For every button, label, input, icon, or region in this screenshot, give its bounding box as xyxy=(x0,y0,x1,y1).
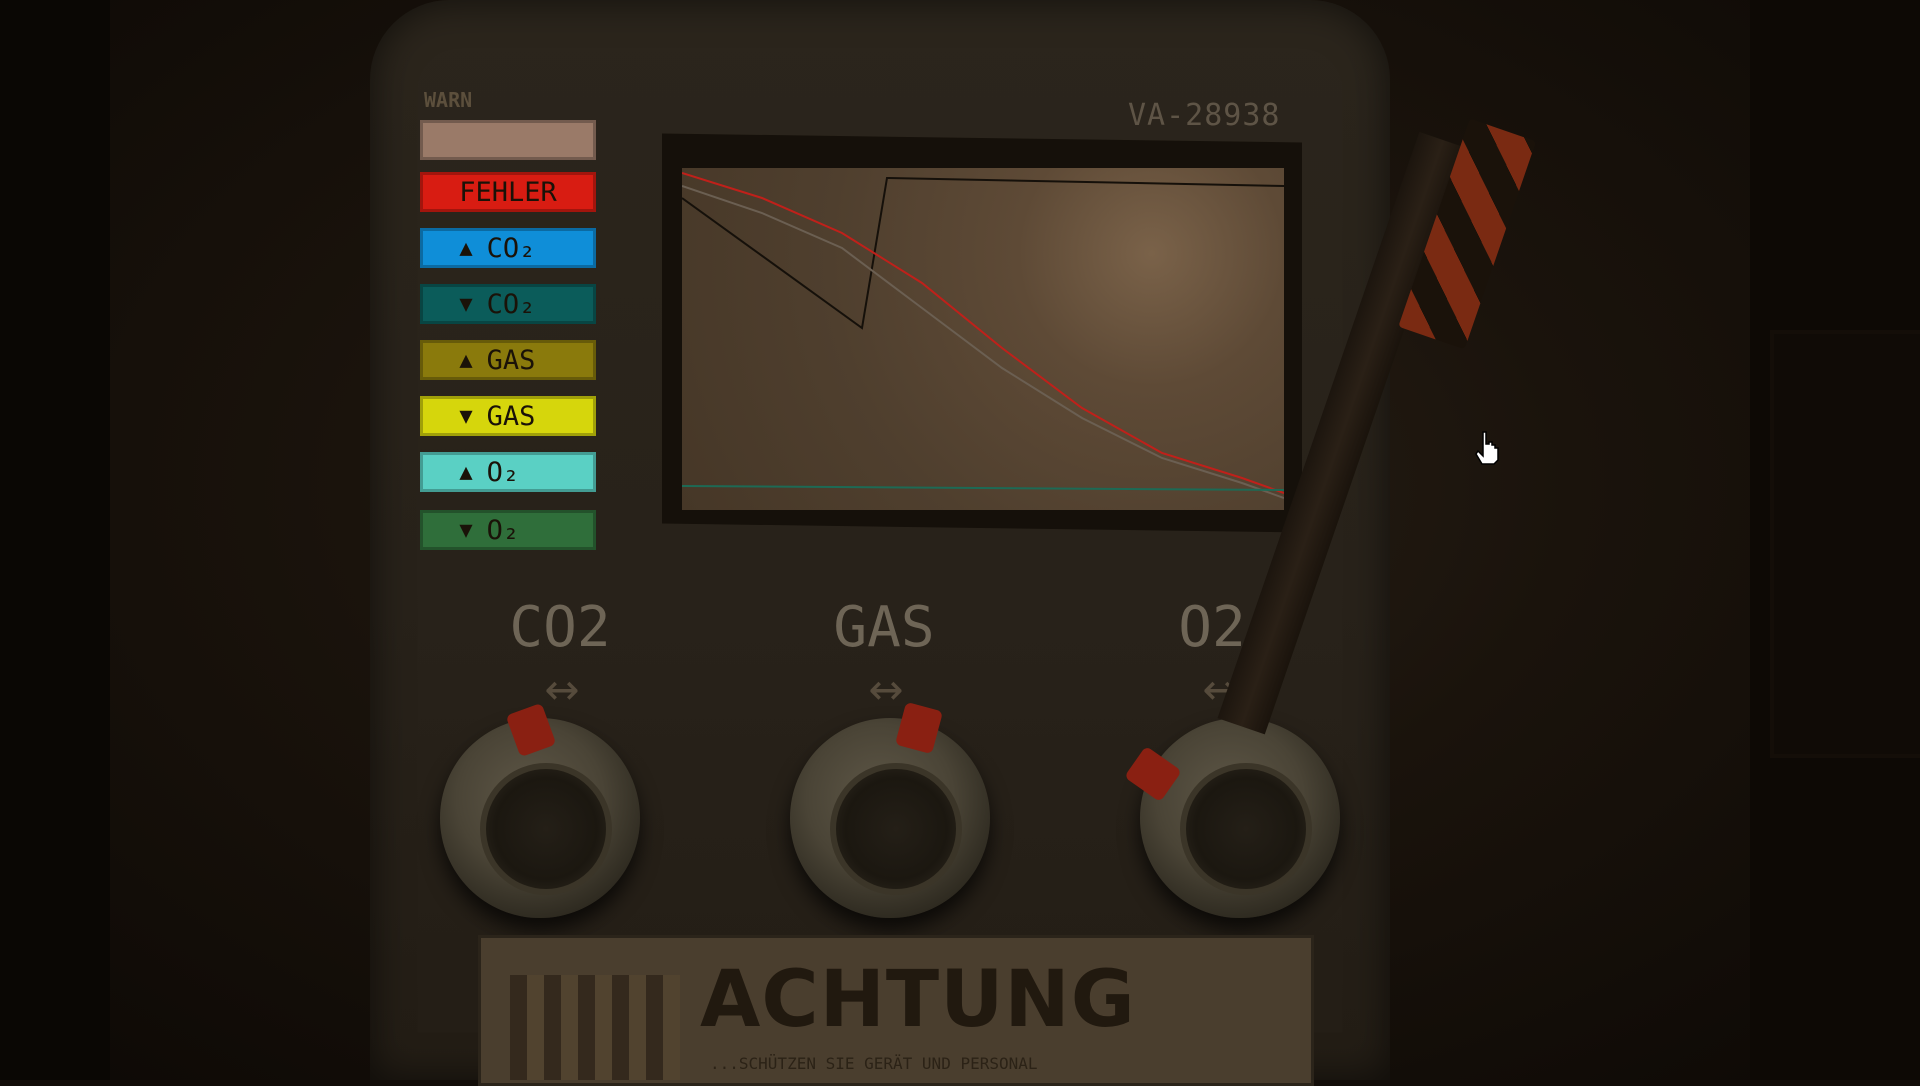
indicator-warn xyxy=(420,120,596,160)
graph-svg xyxy=(682,172,1284,499)
indicator-label: FEHLER xyxy=(459,176,557,208)
indicator-gas-down: ▼ GAS xyxy=(420,396,596,436)
adjust-arrow-icon: ↔ xyxy=(544,665,580,714)
knob-center xyxy=(830,763,962,895)
o2-knob[interactable] xyxy=(1124,718,1340,918)
trace-green xyxy=(682,485,1284,491)
indicator-o2-up: ▲ O₂ xyxy=(420,452,596,492)
up-triangle-icon: ▲ xyxy=(459,235,473,261)
indicator-label: GAS xyxy=(486,344,536,376)
serial-number: VA-28938 xyxy=(1128,98,1281,133)
indicator-fehler: FEHLER xyxy=(420,172,596,212)
trace-red xyxy=(682,172,1284,494)
qr-code xyxy=(510,975,680,1080)
down-triangle-icon: ▼ xyxy=(459,291,473,317)
indicator-co2-up: ▲ CO₂ xyxy=(420,228,596,268)
up-triangle-icon: ▲ xyxy=(459,459,473,485)
gas-knob[interactable] xyxy=(790,701,990,918)
indicator-label: CO₂ xyxy=(486,232,536,264)
hand-cursor-icon xyxy=(1475,431,1499,465)
warning-title: ACHTUNG xyxy=(700,955,1136,1045)
down-triangle-icon: ▼ xyxy=(459,403,473,429)
knob-center xyxy=(1180,763,1312,895)
wall-panel-right xyxy=(1770,330,1920,758)
trace-black xyxy=(682,176,1284,330)
warning-subtitle: ...SCHÜTZEN SIE GERÄT UND PERSONAL xyxy=(710,1054,1038,1073)
graph-screen xyxy=(682,168,1284,510)
indicator-label: O₂ xyxy=(486,514,520,546)
indicator-label: GAS xyxy=(486,400,536,432)
down-triangle-icon: ▼ xyxy=(459,517,473,543)
knob-label-gas: GAS xyxy=(833,595,935,660)
trace-gray xyxy=(682,185,1284,499)
knob-label-co2: CO2 xyxy=(509,595,611,660)
indicator-label: O₂ xyxy=(486,456,520,488)
indicator-gas-up: ▲ GAS xyxy=(420,340,596,380)
co2-knob[interactable] xyxy=(440,702,640,918)
indicator-co2-down: ▼ CO₂ xyxy=(420,284,596,324)
indicator-label: CO₂ xyxy=(486,288,536,320)
warn-label: WARN xyxy=(424,88,473,112)
knob-center xyxy=(480,763,612,895)
wall-shadow-left xyxy=(0,0,110,1080)
indicator-o2-down: ▼ O₂ xyxy=(420,510,596,550)
up-triangle-icon: ▲ xyxy=(459,347,473,373)
